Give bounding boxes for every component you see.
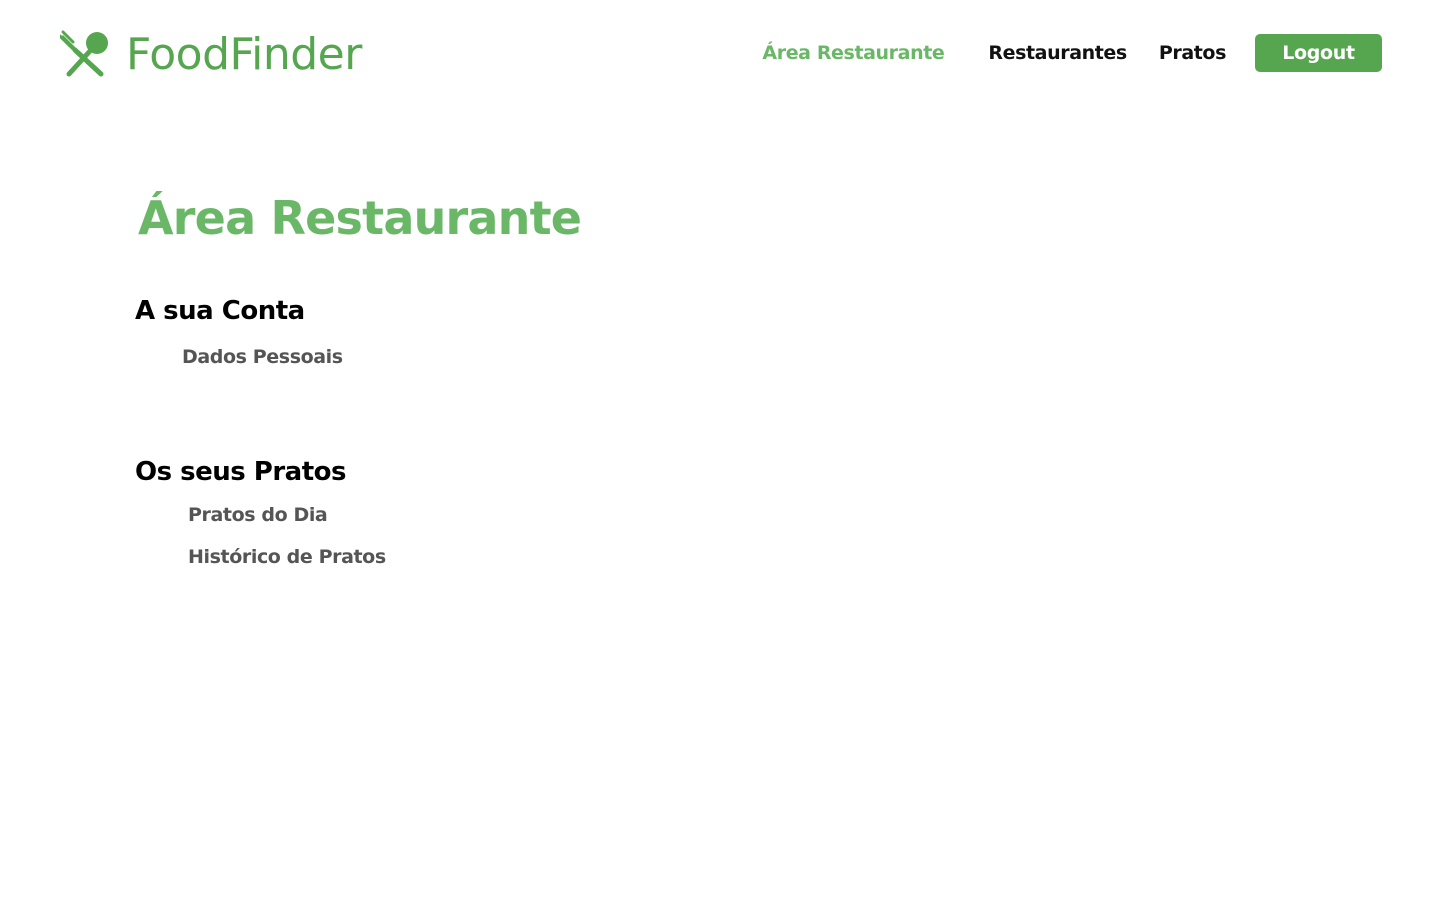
link-historico-de-pratos[interactable]: Histórico de Pratos xyxy=(188,544,386,570)
page: FoodFinder Área Restaurante Restaurantes… xyxy=(0,0,1440,900)
section-heading-dishes: Os seus Pratos xyxy=(135,457,346,487)
main-nav: Área Restaurante Restaurantes Pratos Log… xyxy=(762,34,1382,72)
section-heading-account: A sua Conta xyxy=(135,296,305,326)
nav-link-area-restaurante[interactable]: Área Restaurante xyxy=(762,34,944,72)
nav-link-pratos[interactable]: Pratos xyxy=(1159,34,1227,72)
nav-link-restaurantes[interactable]: Restaurantes xyxy=(988,34,1127,72)
link-dados-pessoais[interactable]: Dados Pessoais xyxy=(182,344,343,370)
brand-logo-link[interactable]: FoodFinder xyxy=(60,28,362,82)
logout-button[interactable]: Logout xyxy=(1255,34,1382,72)
page-title: Área Restaurante xyxy=(138,191,582,245)
fork-and-spoon-icon xyxy=(60,30,108,77)
brand-name: FoodFinder xyxy=(126,29,362,80)
link-pratos-do-dia[interactable]: Pratos do Dia xyxy=(188,502,328,528)
top-navbar: FoodFinder Área Restaurante Restaurantes… xyxy=(0,0,1440,110)
